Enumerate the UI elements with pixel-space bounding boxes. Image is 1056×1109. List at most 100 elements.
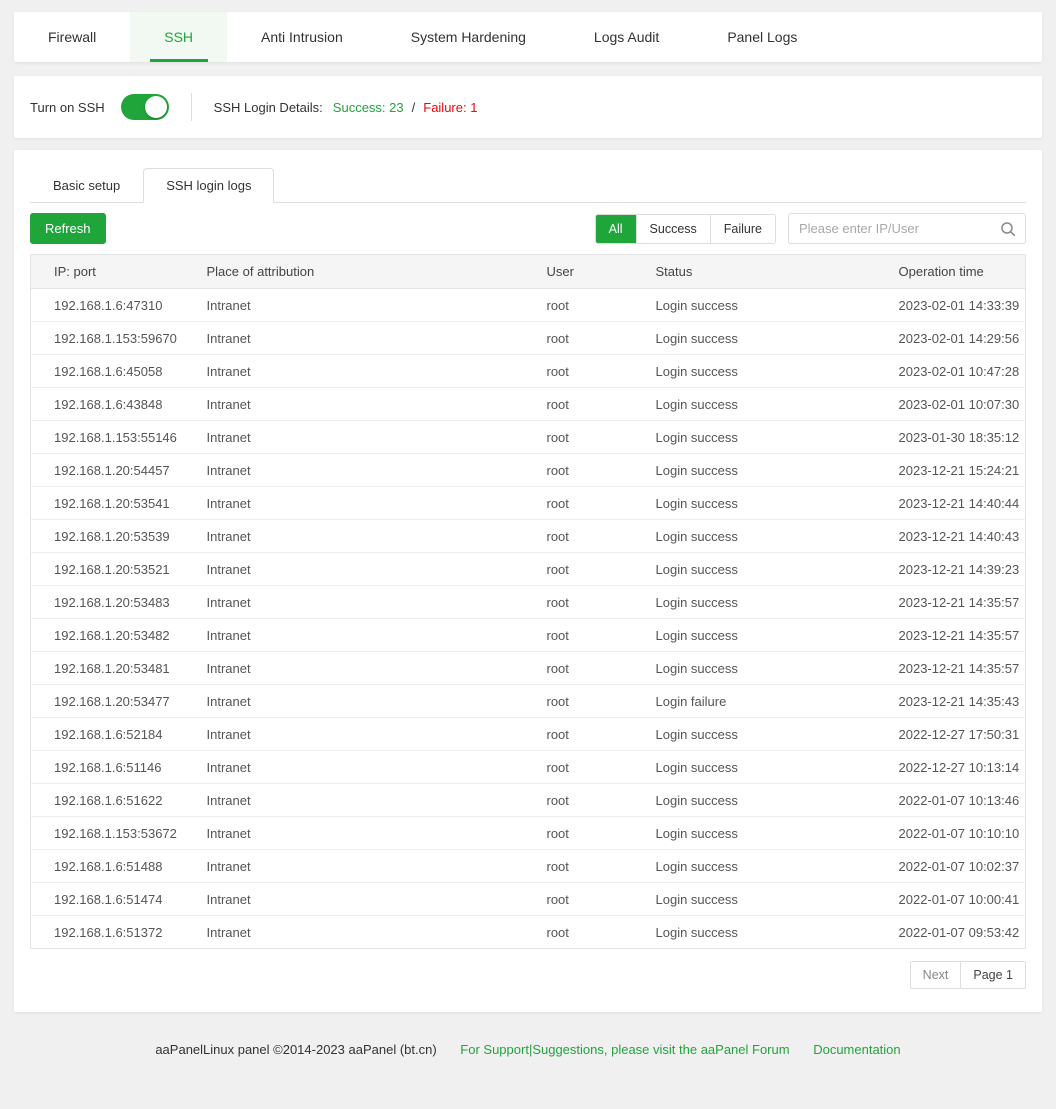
ssh-login-logs-table: IP: port Place of attribution User Statu… xyxy=(30,254,1026,949)
time-cell: 2022-12-27 10:13:14 xyxy=(899,751,1026,784)
nav-tab-ssh[interactable]: SSH xyxy=(130,12,227,62)
search-box xyxy=(788,213,1026,244)
table-row: 192.168.1.20:53481 Intranet root Login s… xyxy=(31,652,1026,685)
ssh-success-count: Success: 23 xyxy=(333,100,404,115)
user-cell: root xyxy=(547,553,656,586)
ssh-status-bar: Turn on SSH SSH Login Details: Success: … xyxy=(14,76,1042,138)
status-cell: Login success xyxy=(656,916,899,949)
place-cell: Intranet xyxy=(207,883,547,916)
ip-port-cell: 192.168.1.20:53477 xyxy=(31,685,207,718)
count-separator: / xyxy=(412,100,416,115)
time-cell: 2023-12-21 14:40:43 xyxy=(899,520,1026,553)
ip-port-cell: 192.168.1.20:53541 xyxy=(31,487,207,520)
documentation-link[interactable]: Documentation xyxy=(813,1042,900,1057)
table-row: 192.168.1.6:51474 Intranet root Login su… xyxy=(31,883,1026,916)
ip-port-cell: 192.168.1.20:54457 xyxy=(31,454,207,487)
time-cell: 2023-12-21 14:35:57 xyxy=(899,652,1026,685)
user-cell: root xyxy=(547,883,656,916)
place-cell: Intranet xyxy=(207,487,547,520)
nav-tab-system-hardening[interactable]: System Hardening xyxy=(377,12,560,62)
time-cell: 2023-02-01 14:33:39 xyxy=(899,289,1026,322)
place-cell: Intranet xyxy=(207,751,547,784)
time-cell: 2023-02-01 14:29:56 xyxy=(899,322,1026,355)
ip-port-cell: 192.168.1.6:45058 xyxy=(31,355,207,388)
nav-tab-label: System Hardening xyxy=(411,29,526,45)
vertical-divider xyxy=(191,93,192,121)
page-footer: aaPanelLinux panel ©2014-2023 aaPanel (b… xyxy=(0,1012,1056,1077)
user-cell: root xyxy=(547,718,656,751)
place-cell: Intranet xyxy=(207,289,547,322)
status-cell: Login success xyxy=(656,388,899,421)
search-input[interactable] xyxy=(789,221,1000,236)
tab-basic-setup[interactable]: Basic setup xyxy=(30,168,143,203)
ssh-failure-count: Failure: 1 xyxy=(423,100,477,115)
table-row: 192.168.1.20:53539 Intranet root Login s… xyxy=(31,520,1026,553)
nav-tab-label: Logs Audit xyxy=(594,29,659,45)
status-cell: Login success xyxy=(656,520,899,553)
status-cell: Login success xyxy=(656,652,899,685)
place-cell: Intranet xyxy=(207,850,547,883)
ip-port-cell: 192.168.1.6:52184 xyxy=(31,718,207,751)
status-cell: Login success xyxy=(656,883,899,916)
col-header-status: Status xyxy=(656,255,899,289)
user-cell: root xyxy=(547,652,656,685)
ssh-login-details-label: SSH Login Details: xyxy=(214,100,323,115)
table-row: 192.168.1.6:45058 Intranet root Login su… xyxy=(31,355,1026,388)
time-cell: 2022-01-07 09:53:42 xyxy=(899,916,1026,949)
filter-success[interactable]: Success xyxy=(636,215,710,243)
tab-ssh-login-logs[interactable]: SSH login logs xyxy=(143,168,274,203)
table-row: 192.168.1.153:59670 Intranet root Login … xyxy=(31,322,1026,355)
table-row: 192.168.1.20:53477 Intranet root Login f… xyxy=(31,685,1026,718)
nav-tab-firewall[interactable]: Firewall xyxy=(14,12,130,62)
search-icon[interactable] xyxy=(1000,221,1016,237)
user-cell: root xyxy=(547,388,656,421)
place-cell: Intranet xyxy=(207,817,547,850)
nav-tab-panel-logs[interactable]: Panel Logs xyxy=(693,12,831,62)
table-body: 192.168.1.6:47310 Intranet root Login su… xyxy=(31,289,1026,949)
place-cell: Intranet xyxy=(207,421,547,454)
filter-all[interactable]: All xyxy=(596,215,636,243)
forum-link[interactable]: For Support|Suggestions, please visit th… xyxy=(460,1042,789,1057)
user-cell: root xyxy=(547,751,656,784)
user-cell: root xyxy=(547,289,656,322)
status-cell: Login success xyxy=(656,718,899,751)
table-row: 192.168.1.6:51488 Intranet root Login su… xyxy=(31,850,1026,883)
time-cell: 2022-01-07 10:00:41 xyxy=(899,883,1026,916)
table-row: 192.168.1.6:51146 Intranet root Login su… xyxy=(31,751,1026,784)
ssh-toggle-switch[interactable] xyxy=(121,94,169,120)
table-row: 192.168.1.153:53672 Intranet root Login … xyxy=(31,817,1026,850)
status-cell: Login success xyxy=(656,784,899,817)
time-cell: 2023-12-21 15:24:21 xyxy=(899,454,1026,487)
logs-toolbar: Refresh AllSuccessFailure xyxy=(30,213,1026,244)
place-cell: Intranet xyxy=(207,355,547,388)
ip-port-cell: 192.168.1.6:51474 xyxy=(31,883,207,916)
nav-tab-logs-audit[interactable]: Logs Audit xyxy=(560,12,693,62)
nav-tab-label: Firewall xyxy=(48,29,96,45)
next-page-button[interactable]: Next xyxy=(910,961,962,989)
time-cell: 2023-02-01 10:07:30 xyxy=(899,388,1026,421)
ip-port-cell: 192.168.1.6:43848 xyxy=(31,388,207,421)
time-cell: 2022-01-07 10:02:37 xyxy=(899,850,1026,883)
refresh-button[interactable]: Refresh xyxy=(30,213,106,244)
time-cell: 2023-02-01 10:47:28 xyxy=(899,355,1026,388)
toolbar-right: AllSuccessFailure xyxy=(595,213,1026,244)
user-cell: root xyxy=(547,322,656,355)
filter-failure[interactable]: Failure xyxy=(710,215,775,243)
place-cell: Intranet xyxy=(207,916,547,949)
status-cell: Login success xyxy=(656,817,899,850)
user-cell: root xyxy=(547,619,656,652)
nav-tab-anti-intrusion[interactable]: Anti Intrusion xyxy=(227,12,377,62)
place-cell: Intranet xyxy=(207,454,547,487)
status-cell: Login success xyxy=(656,850,899,883)
status-cell: Login success xyxy=(656,289,899,322)
subtab-label: Basic setup xyxy=(53,178,120,193)
toggle-knob xyxy=(145,96,167,118)
time-cell: 2022-01-07 10:13:46 xyxy=(899,784,1026,817)
copyright-text: aaPanelLinux panel ©2014-2023 aaPanel (b… xyxy=(155,1042,436,1057)
table-row: 192.168.1.20:53541 Intranet root Login s… xyxy=(31,487,1026,520)
current-page-button[interactable]: Page 1 xyxy=(960,961,1026,989)
table-row: 192.168.1.6:51622 Intranet root Login su… xyxy=(31,784,1026,817)
security-nav: Firewall SSH Anti Intrusion System Harde… xyxy=(14,12,1042,62)
time-cell: 2023-01-30 18:35:12 xyxy=(899,421,1026,454)
time-cell: 2022-12-27 17:50:31 xyxy=(899,718,1026,751)
